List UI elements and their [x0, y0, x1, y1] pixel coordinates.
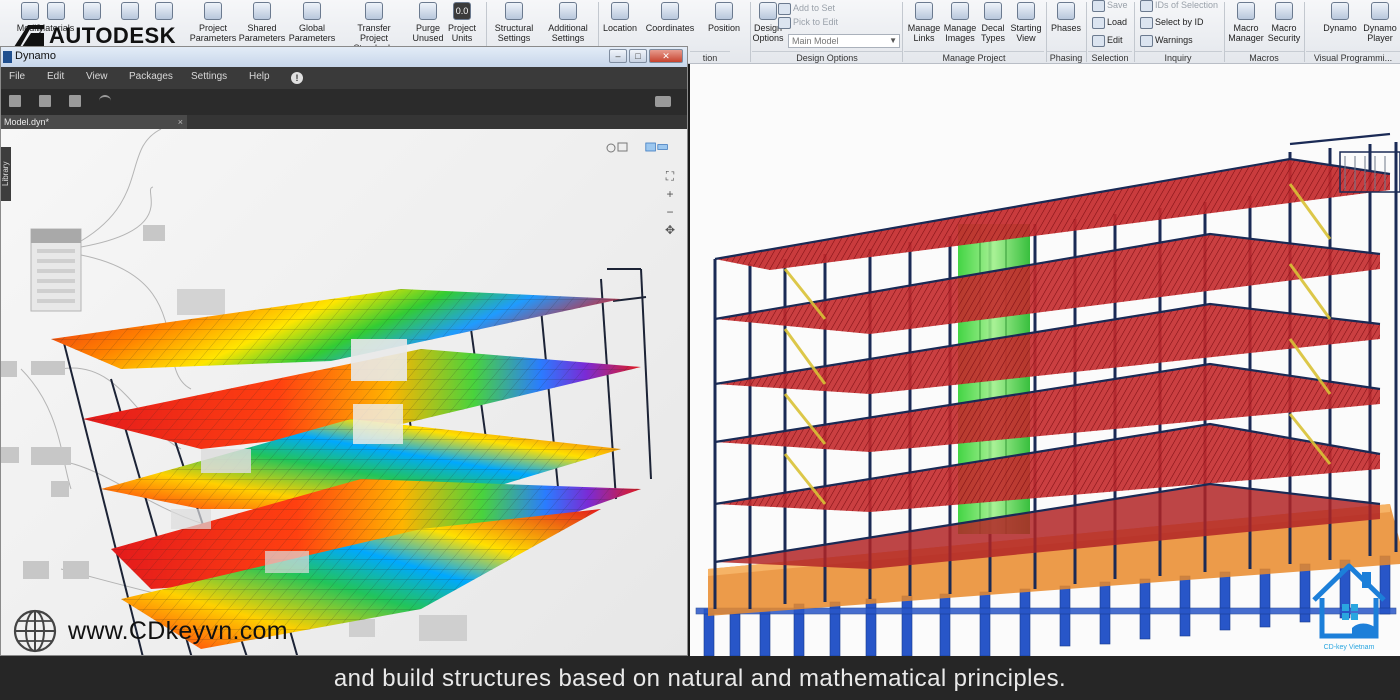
file-tab-model[interactable]: Model.dyn* ×	[1, 115, 187, 129]
design-options-icon	[759, 2, 777, 20]
structural-settings-icon	[505, 2, 523, 20]
ribbon-button-wrench[interactable]: Additional Settings	[538, 0, 598, 50]
dynamo-app-icon	[3, 51, 12, 63]
cdkey-brand-caption: CD-key Vietnam	[1323, 644, 1375, 651]
revit-3d-view[interactable]	[690, 64, 1400, 656]
warnings-button[interactable]: Warnings	[1140, 32, 1193, 48]
group-inquiry: Inquiry	[1134, 51, 1222, 64]
select-by-id-button[interactable]: Select by ID	[1140, 14, 1204, 30]
group-phasing: Phasing	[1046, 51, 1086, 64]
selection-edit-button[interactable]: Edit	[1092, 32, 1123, 48]
object-styles-icon	[83, 2, 101, 20]
coordinates-icon	[661, 2, 679, 20]
open-file-icon[interactable]	[39, 95, 51, 107]
selection-save-button[interactable]: Save	[1092, 0, 1128, 13]
design-option-select[interactable]: Main Model ▼	[788, 34, 900, 48]
project-info-icon	[155, 2, 173, 20]
group-macros: Macros	[1224, 51, 1304, 64]
starting-view-icon	[1017, 2, 1035, 20]
ids-of-selection-button[interactable]: IDs of Selection	[1140, 0, 1218, 13]
ribbon-button-structural-settings[interactable]: Structural Settings	[484, 0, 544, 50]
dynamo-graph-canvas[interactable]: ⛶ + − ✥	[1, 129, 687, 655]
graph-view-toggle-icon[interactable]	[605, 141, 629, 153]
zoom-out-icon[interactable]: −	[661, 203, 679, 221]
minimize-button[interactable]: –	[609, 49, 627, 63]
phases-icon	[1057, 2, 1075, 20]
units-icon: 0.0	[453, 2, 471, 20]
zoom-fit-icon[interactable]: ⛶	[661, 167, 679, 185]
chevron-down-icon: ▼	[889, 36, 897, 45]
menu-edit[interactable]: Edit	[47, 71, 64, 82]
position-icon	[715, 2, 733, 20]
ribbon-button-label: Project Units	[447, 23, 476, 43]
dynamo-icon	[1331, 2, 1349, 20]
group-visual-programming: Visual Programmi...	[1306, 51, 1400, 64]
dynamo-tabbar: Model.dyn* ×	[1, 115, 687, 129]
file-tab-label: Model.dyn*	[4, 117, 50, 127]
group-location: tion	[690, 51, 730, 64]
ribbon-button-label: Coordinates	[645, 23, 695, 33]
macro-security-icon	[1275, 2, 1293, 20]
project-parameters-icon	[204, 2, 222, 20]
subtitle-bar: and build structures based on natural an…	[0, 656, 1400, 700]
ribbon-button-label: Additional Settings	[548, 23, 588, 43]
global-parameters-icon	[303, 2, 321, 20]
close-button[interactable]: ✕	[649, 49, 683, 63]
ribbon-button-label: Dynamo Player	[1363, 23, 1397, 43]
library-tab[interactable]: Library	[1, 147, 11, 201]
ribbon-button-macro-security[interactable]: Macro Security	[1254, 0, 1314, 50]
ribbon-button-label: Structural Settings	[494, 23, 534, 43]
menu-view[interactable]: View	[86, 71, 108, 82]
dynamo-menubar: File Edit View Packages Settings Help !	[1, 67, 687, 89]
pan-icon[interactable]: ✥	[661, 221, 679, 239]
selection-load-button[interactable]: Load	[1092, 14, 1127, 30]
undo-icon[interactable]	[99, 95, 111, 107]
ribbon-button-phases[interactable]: Phases	[1036, 0, 1096, 50]
ribbon-button-units[interactable]: 0.0 Project Units	[432, 0, 492, 50]
autodesk-mark-icon	[14, 25, 44, 47]
close-tab-icon[interactable]: ×	[178, 115, 183, 129]
zoom-in-icon[interactable]: +	[661, 185, 679, 203]
group-design-options: Design Options	[752, 51, 902, 64]
structural-analysis-model	[1, 129, 652, 655]
pick-to-edit-button[interactable]: Pick to Edit	[778, 14, 838, 30]
new-file-icon[interactable]	[9, 95, 21, 107]
ribbon-button-transfer-standards[interactable]: Transfer Project Standards	[344, 0, 404, 53]
menu-help[interactable]: Help	[249, 71, 270, 82]
dynamo-window: Dynamo – □ ✕ File Edit View Packages Set…	[0, 46, 688, 656]
maximize-button[interactable]: □	[629, 49, 647, 63]
shared-parameters-icon	[253, 2, 271, 20]
dynamo-toolbar	[1, 89, 687, 115]
group-selection: Selection	[1088, 51, 1132, 64]
ribbon-button-coordinates[interactable]: Coordinates	[640, 0, 700, 50]
group-manage-project: Manage Project	[904, 51, 1044, 64]
menu-file[interactable]: File	[9, 71, 25, 82]
building-3d-model	[695, 132, 1400, 656]
macro-manager-icon	[1237, 2, 1255, 20]
dynamo-titlebar[interactable]: Dynamo – □ ✕	[1, 47, 687, 67]
menu-packages[interactable]: Packages	[129, 71, 173, 82]
save-icon[interactable]	[69, 95, 81, 107]
background-3d-preview-icon[interactable]	[645, 141, 669, 153]
camera-icon[interactable]	[655, 96, 671, 107]
website-watermark: www.CDkeyvn.com	[12, 609, 288, 653]
cdkey-vietnam-logo	[1312, 563, 1386, 639]
menu-settings[interactable]: Settings	[191, 71, 227, 82]
website-url: www.CDkeyvn.com	[68, 616, 288, 645]
info-icon[interactable]: !	[291, 72, 303, 84]
transfer-standards-icon	[365, 2, 383, 20]
ribbon-button-label: Macro Security	[1267, 23, 1301, 43]
ribbon-button-label: Phases	[1050, 23, 1082, 33]
dynamo-window-title: Dynamo	[15, 50, 56, 62]
ribbon-button-global-parameters[interactable]: Global Parameters	[282, 0, 342, 50]
wrench-icon	[559, 2, 577, 20]
dynamo-player-icon	[1371, 2, 1389, 20]
ribbon-button-label: Global Parameters	[288, 23, 336, 43]
ribbon-button-dynamo-player[interactable]: Dynamo Player	[1350, 0, 1400, 50]
globe-icon	[13, 609, 57, 653]
subtitle-text: and build structures based on natural an…	[333, 665, 1067, 692]
globe-location-icon	[611, 2, 629, 20]
